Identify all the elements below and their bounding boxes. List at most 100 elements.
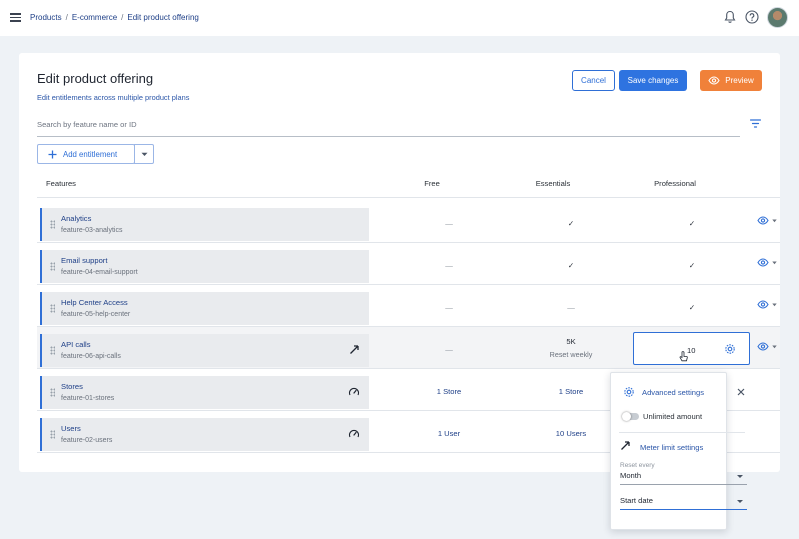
plus-icon	[48, 150, 57, 158]
feature-name: Stores	[61, 382, 83, 391]
cell-free[interactable]: —	[399, 219, 499, 228]
reset-every-select[interactable]: Month	[620, 471, 747, 485]
meter-icon	[621, 441, 630, 450]
cancel-button[interactable]: Cancel	[572, 70, 615, 91]
chevron-down-icon	[772, 219, 777, 222]
meter-limit-label: Meter limit settings	[640, 443, 704, 452]
eye-icon	[708, 76, 720, 85]
input-value: 10	[687, 346, 696, 355]
chevron-down-icon	[772, 345, 777, 348]
cell-professional[interactable]: ✓	[642, 303, 742, 312]
cursor-hand-icon	[679, 351, 688, 362]
cell-essentials[interactable]: 1 Store	[521, 387, 621, 396]
visibility-toggle[interactable]	[757, 216, 777, 225]
feature-name: API calls	[61, 340, 91, 349]
plan-header-essentials: Essentials	[535, 179, 571, 188]
feature-id: feature-05-help-center	[61, 311, 131, 318]
feature-name: Email support	[61, 256, 108, 265]
eye-icon	[757, 300, 769, 309]
chevron-down-icon	[772, 303, 777, 306]
cell-free[interactable]: —	[399, 345, 499, 354]
cell-free[interactable]: 1 User	[399, 429, 499, 438]
cell-essentials[interactable]: ✓	[521, 261, 621, 270]
professional-value-input[interactable]: 10	[633, 332, 750, 365]
drag-handle-icon[interactable]	[50, 388, 55, 397]
help-icon[interactable]	[745, 10, 759, 24]
table-row: Email support feature-04-email-support —…	[37, 243, 780, 285]
table-row: Help Center Access feature-05-help-cente…	[37, 285, 780, 327]
cell-professional[interactable]: ✓	[642, 219, 742, 228]
add-entitlement-label: Add entitlement	[63, 149, 118, 159]
feature-name: Analytics	[61, 214, 92, 223]
breadcrumb-products[interactable]: Products	[30, 13, 62, 22]
features-header: Features	[46, 179, 76, 188]
unlimited-toggle[interactable]	[622, 411, 639, 421]
table-row: Analytics feature-03-analytics — ✓ ✓	[37, 201, 780, 243]
eye-icon	[757, 258, 769, 267]
reset-every-value: Month	[620, 471, 642, 480]
feature-card[interactable]: Stores feature-01-stores	[40, 376, 369, 409]
page-title: Edit product offering	[37, 71, 154, 86]
plan-header-professional: Professional	[654, 179, 696, 188]
feature-name: Help Center Access	[61, 298, 128, 307]
visibility-toggle[interactable]	[757, 342, 777, 351]
feature-card[interactable]: API calls feature-06-api-calls	[40, 334, 369, 367]
feature-card[interactable]: Email support feature-04-email-support	[40, 250, 369, 283]
feature-id: feature-03-analytics	[61, 227, 123, 234]
visibility-toggle[interactable]	[757, 300, 777, 309]
feature-card[interactable]: Users feature-02-users	[40, 418, 369, 451]
gauge-icon	[348, 387, 360, 396]
feature-id: feature-02-users	[61, 437, 113, 444]
popover-title: Advanced settings	[642, 388, 705, 397]
cell-professional[interactable]: ✓	[642, 261, 742, 270]
avatar[interactable]	[767, 7, 788, 28]
page-subtitle: Edit entitlements across multiple produc…	[37, 93, 190, 102]
cell-essentials[interactable]: 10 Users	[521, 429, 621, 438]
bell-icon[interactable]	[724, 10, 736, 24]
top-bar: Products / E-commerce / Edit product offerin…	[0, 0, 799, 36]
table-row: API calls feature-06-api-calls — 5K Rese…	[37, 327, 780, 369]
eye-icon	[757, 342, 769, 351]
drag-handle-icon[interactable]	[50, 430, 55, 439]
eye-icon	[757, 216, 769, 225]
breadcrumb-ecommerce[interactable]: E-commerce	[72, 13, 117, 22]
preview-button[interactable]: Preview	[700, 70, 762, 91]
cell-essentials[interactable]: —	[521, 303, 621, 312]
drag-handle-icon[interactable]	[50, 220, 55, 229]
gear-icon	[624, 387, 634, 397]
cell-free[interactable]: —	[399, 261, 499, 270]
feature-id: feature-01-stores	[61, 395, 115, 402]
meter-icon	[350, 345, 359, 354]
filter-icon[interactable]	[750, 119, 761, 128]
feature-card[interactable]: Analytics feature-03-analytics	[40, 208, 369, 241]
search-input[interactable]: Search by feature name or ID	[37, 115, 740, 137]
chevron-down-icon	[737, 475, 743, 478]
start-date-select[interactable]: Start date	[620, 496, 747, 510]
breadcrumb-current: Edit product offering	[127, 13, 199, 22]
drag-handle-icon[interactable]	[50, 346, 55, 355]
gear-icon[interactable]	[724, 343, 736, 355]
close-icon[interactable]	[737, 388, 745, 396]
menu-icon[interactable]	[10, 13, 21, 22]
save-changes-button[interactable]: Save changes	[619, 70, 687, 91]
advanced-settings-popover: Advanced settings Unlimited amount Meter…	[610, 372, 747, 530]
cell-value: 5K	[566, 337, 576, 346]
reset-every-label: Reset every	[620, 462, 655, 469]
unlimited-label: Unlimited amount	[643, 412, 703, 421]
add-entitlement-button[interactable]: Add entitlement	[37, 144, 135, 164]
cell-essentials[interactable]: 5K Reset weekly	[521, 337, 621, 359]
cell-free[interactable]: 1 Store	[399, 387, 499, 396]
cell-free[interactable]: —	[399, 303, 499, 312]
plan-header-free: Free	[424, 179, 440, 188]
breadcrumb: Products / E-commerce / Edit product offerin…	[30, 13, 199, 22]
add-entitlement-dropdown[interactable]	[134, 144, 154, 164]
preview-label: Preview	[725, 76, 754, 85]
cell-essentials[interactable]: ✓	[521, 219, 621, 228]
feature-card[interactable]: Help Center Access feature-05-help-cente…	[40, 292, 369, 325]
drag-handle-icon[interactable]	[50, 262, 55, 271]
gauge-icon	[348, 429, 360, 438]
feature-name: Users	[61, 424, 81, 433]
start-date-value: Start date	[620, 496, 653, 505]
visibility-toggle[interactable]	[757, 258, 777, 267]
drag-handle-icon[interactable]	[50, 304, 55, 313]
